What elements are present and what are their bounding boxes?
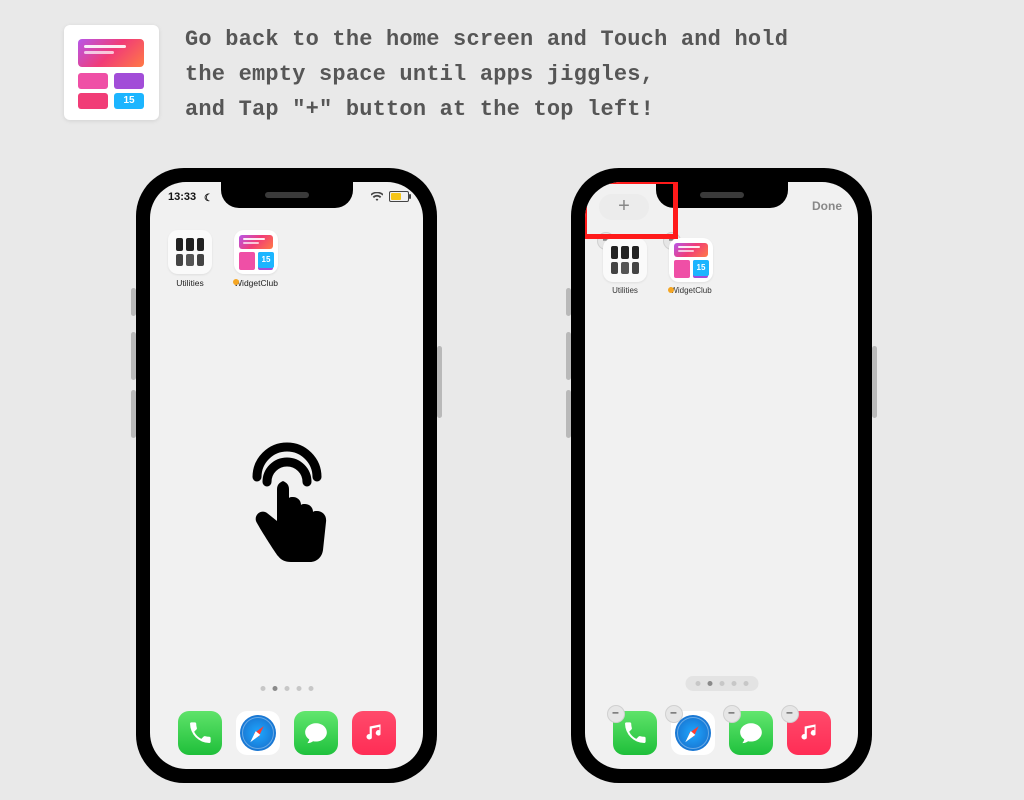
done-button[interactable]: Done: [812, 196, 842, 216]
home-apps-row: – Utilities – 15 WidgetClub: [603, 238, 713, 296]
app-widgetclub-badge: 15: [693, 260, 709, 276]
remove-app-icon[interactable]: –: [723, 705, 741, 723]
app-utilities[interactable]: – Utilities: [603, 238, 647, 296]
dock-phone-icon[interactable]: [178, 711, 222, 755]
instruction-line-2: the empty space until apps jiggles,: [185, 57, 788, 92]
dnd-moon-icon: ☾: [204, 190, 213, 208]
home-apps-row: Utilities 15 WidgetClub: [168, 230, 278, 288]
app-label: Utilities: [603, 286, 647, 296]
app-label: WidgetClub: [234, 278, 278, 288]
phone-mockup-jiggle: + Done – Utilities – 15 Widget: [571, 168, 872, 783]
dock: – – – –: [613, 711, 831, 755]
pending-dot-icon: [668, 287, 674, 293]
dock-messages-icon[interactable]: –: [729, 711, 773, 755]
app-widgetclub-badge: 15: [258, 252, 274, 268]
highlight-add-button: [585, 182, 678, 239]
remove-app-icon[interactable]: –: [607, 705, 625, 723]
dock: [178, 711, 396, 755]
widget-preview-grid: 15: [78, 73, 144, 111]
app-label: WidgetClub: [669, 286, 713, 296]
battery-icon: [389, 191, 409, 202]
dock-music-icon[interactable]: –: [787, 711, 831, 755]
dock-safari-icon[interactable]: –: [671, 711, 715, 755]
remove-app-icon[interactable]: –: [781, 705, 799, 723]
dock-messages-icon[interactable]: [294, 711, 338, 755]
app-label: Utilities: [168, 278, 212, 288]
status-time: 13:33: [168, 188, 196, 206]
dock-phone-icon[interactable]: –: [613, 711, 657, 755]
instruction-line-1: Go back to the home screen and Touch and…: [185, 22, 788, 57]
phone-screen[interactable]: 13:33 ☾ Utilities: [150, 182, 423, 769]
widgetclub-app-tile: 15: [64, 25, 159, 120]
widget-preview-banner: [78, 39, 144, 67]
app-widgetclub[interactable]: – 15 WidgetClub: [669, 238, 713, 296]
app-utilities[interactable]: Utilities: [168, 230, 212, 288]
touch-hold-gesture-icon: [227, 437, 347, 577]
instruction-line-3: and Tap "+" button at the top left!: [185, 92, 788, 127]
phone-screen[interactable]: + Done – Utilities – 15 Widget: [585, 182, 858, 769]
dock-music-icon[interactable]: [352, 711, 396, 755]
page-indicator[interactable]: [685, 676, 758, 691]
app-widgetclub[interactable]: 15 WidgetClub: [234, 230, 278, 288]
wifi-icon: [371, 190, 383, 208]
instruction-text: Go back to the home screen and Touch and…: [185, 22, 788, 128]
dock-safari-icon[interactable]: [236, 711, 280, 755]
pending-dot-icon: [233, 279, 239, 285]
page-indicator[interactable]: [260, 686, 313, 691]
widget-preview-date: 15: [114, 93, 144, 109]
phone-mockup-normal: 13:33 ☾ Utilities: [136, 168, 437, 783]
